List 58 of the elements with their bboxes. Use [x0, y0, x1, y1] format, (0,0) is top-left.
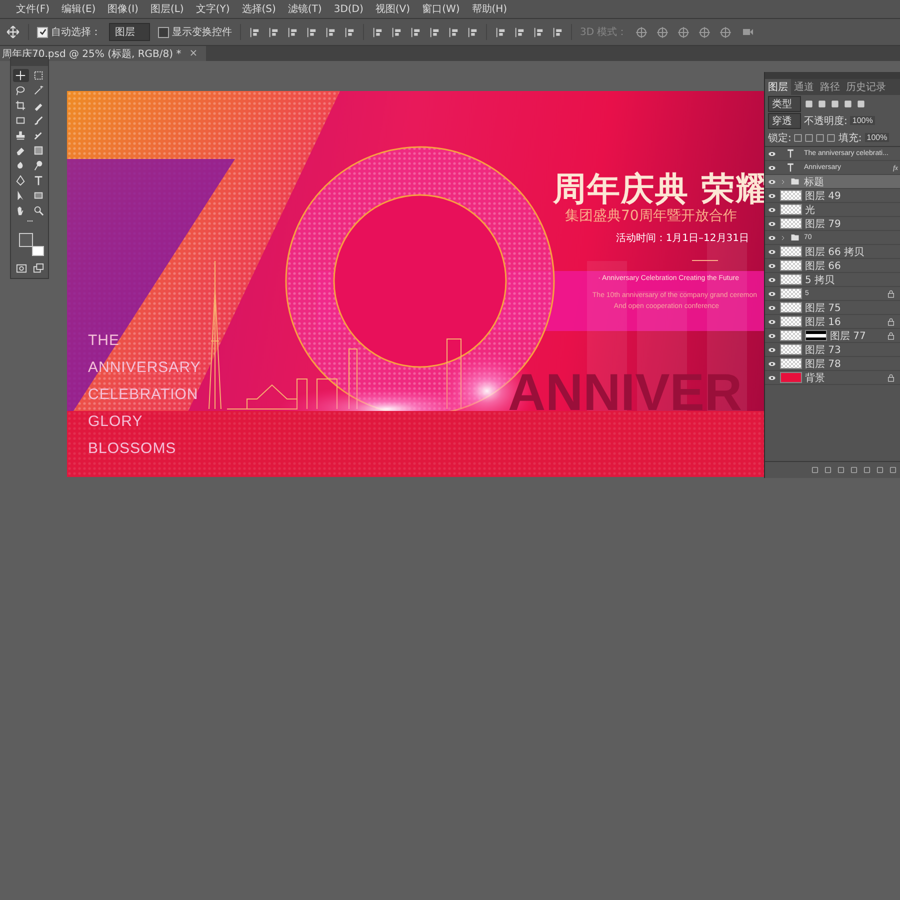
layer-name: 图层 66 拷贝 — [805, 246, 866, 258]
layer-name: 图层 75 — [805, 302, 842, 314]
layer-row[interactable]: 5 拷贝 — [765, 273, 900, 287]
menu-item[interactable]: 图像(I) — [108, 2, 138, 16]
blend-mode-dropdown[interactable]: 穿透 — [768, 112, 801, 128]
panel-tab[interactable]: 通道 — [791, 79, 817, 95]
menu-item[interactable]: 文字(Y) — [196, 2, 230, 16]
layer-row[interactable]: 图层 49 — [765, 189, 900, 203]
layer-name: 图层 66 — [805, 260, 842, 272]
opacity-label: 不透明度: — [804, 114, 848, 128]
layer-row[interactable]: 光 — [765, 203, 900, 217]
layer-row[interactable]: 图层 79 — [765, 217, 900, 231]
event-date: 活动时间：1月1日–12月31日 — [616, 234, 749, 244]
close-button[interactable]: × — [189, 48, 198, 59]
menu-item[interactable]: 滤镜(T) — [288, 2, 322, 16]
slogan-line: BLOSSOMS — [88, 440, 176, 457]
layer-name: 图层 78 — [805, 358, 842, 370]
layer-row[interactable]: 图层 66 — [765, 259, 900, 273]
fill-field[interactable]: 100% — [864, 133, 890, 142]
slogan-line: GLORY — [88, 413, 143, 430]
menu-item[interactable]: 3D(D) — [334, 4, 364, 14]
layer-name: 背景 — [805, 372, 826, 384]
layer-name: 5 拷贝 — [805, 274, 836, 286]
layer-row[interactable]: 图层 16 — [765, 315, 900, 329]
layer-row[interactable]: 图层 73 — [765, 343, 900, 357]
slogan-line: THE — [88, 332, 120, 349]
menu-item[interactable]: 窗口(W) — [422, 2, 460, 16]
layer-name: 图层 16 — [805, 316, 842, 328]
checkbox-label: 显示变换控件 — [172, 26, 232, 39]
layer-row[interactable]: 背景 — [765, 371, 900, 385]
layer-name: 光 — [805, 204, 816, 216]
layer-row[interactable]: 图层 77 — [765, 329, 900, 343]
menu-item[interactable]: 视图(V) — [375, 2, 410, 16]
layer-name: 图层 77 — [830, 330, 867, 342]
banner-subtitle: 集团盛典70周年暨开放合作 — [565, 209, 737, 223]
menu-item[interactable]: 文件(F) — [16, 2, 50, 16]
panel-tab[interactable]: 历史记录 — [843, 79, 889, 95]
layer-name: 标题 — [804, 176, 825, 188]
layer-name: 图层 73 — [805, 344, 842, 356]
panel-tab[interactable]: 路径 — [817, 79, 843, 95]
panel-tab[interactable]: 图层 — [765, 79, 791, 95]
layer-row[interactable]: 图层 78 — [765, 357, 900, 371]
layer-name: 图层 79 — [805, 218, 842, 230]
layer-row[interactable]: 图层 75 — [765, 301, 900, 315]
slogan-line: CELEBRATION — [88, 386, 198, 403]
layer-row[interactable]: 图层 66 拷贝 — [765, 245, 900, 259]
opacity-field[interactable]: 100% — [850, 116, 875, 125]
menu-item[interactable]: 帮助(H) — [472, 2, 508, 16]
layer-row[interactable]: 标题 — [765, 175, 900, 189]
menu-item[interactable]: 图层(L) — [150, 2, 184, 16]
filter-dropdown[interactable]: 类型 — [768, 96, 801, 112]
menu-item[interactable]: 编辑(E) — [62, 2, 96, 16]
target-dropdown[interactable]: 图层 — [109, 23, 150, 41]
menu-item[interactable]: 选择(S) — [242, 2, 276, 16]
layer-name: 图层 49 — [805, 190, 842, 202]
checkbox-label: 自动选择： — [51, 26, 101, 39]
lock-label: 锁定: — [768, 132, 792, 144]
fill-label: 填充: — [838, 132, 862, 144]
